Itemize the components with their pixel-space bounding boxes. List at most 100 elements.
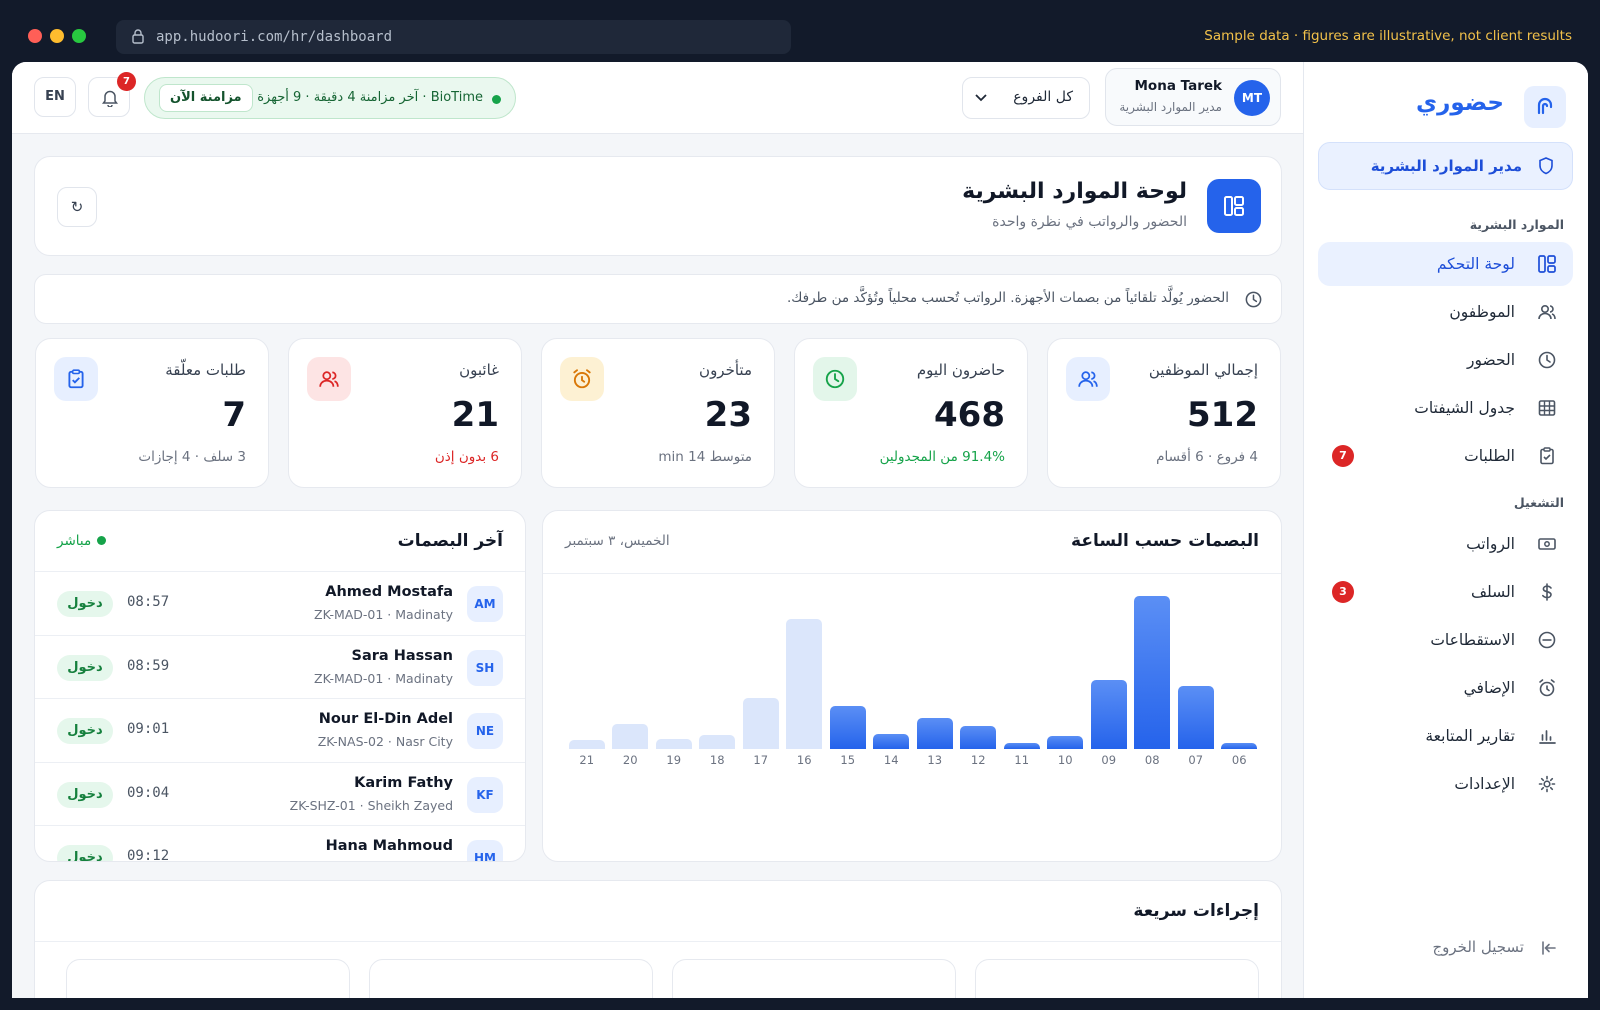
quick-action-tile[interactable] xyxy=(66,959,350,998)
lock-icon xyxy=(132,29,144,44)
clock-icon xyxy=(1245,291,1262,308)
branch-select[interactable]: كل الفروع xyxy=(962,77,1090,119)
info-text: الحضور يُولَّد تلقائياً من بصمات الأجهزة… xyxy=(786,290,1229,306)
role-switcher[interactable]: مدير الموارد البشرية xyxy=(1318,142,1573,190)
sidebar-item-settings[interactable]: الإعدادات xyxy=(1318,762,1573,806)
sidebar-item-dashboard[interactable]: لوحة التحكم xyxy=(1318,242,1573,286)
punch-row[interactable]: NE Nour El-Din Adel ZK-NAS-02 · Nasr Cit… xyxy=(35,698,525,762)
window-close-dot[interactable] xyxy=(28,29,42,43)
avatar: AM xyxy=(467,586,503,622)
user-menu[interactable]: MT Mona Tarek مدير الموارد البشرية xyxy=(1105,68,1281,126)
chart-bar-21[interactable] xyxy=(568,740,605,749)
chart-bar-18[interactable] xyxy=(699,734,736,749)
dollar-icon xyxy=(1542,583,1552,601)
chart-bar-20[interactable] xyxy=(612,724,649,749)
kpi-card[interactable]: حاضرون اليوم 468 91.4% من المجدولين xyxy=(794,338,1028,488)
chart-bar-17[interactable] xyxy=(742,698,779,749)
kpi-card[interactable]: متأخرون 23 متوسط 14 min xyxy=(541,338,775,488)
avatar: NE xyxy=(467,713,503,749)
notification-count-badge: 7 xyxy=(117,72,136,91)
brand-name: حضوري xyxy=(1416,90,1504,116)
sidebar-item-attendance[interactable]: الحضور xyxy=(1318,338,1573,382)
sidebar-item-payroll[interactable]: الرواتب xyxy=(1318,522,1573,566)
chart-bar-12[interactable] xyxy=(960,726,997,749)
quick-action-tile[interactable] xyxy=(369,959,653,998)
kpi-sub: متوسط 14 min xyxy=(658,449,752,465)
refresh-button[interactable]: ↻ xyxy=(57,187,97,227)
sidebar-item-requests[interactable]: الطلبات 7 xyxy=(1318,434,1573,478)
page-title-card: لوحة الموارد البشرية الحضور والرواتب في … xyxy=(34,156,1282,256)
kpi-card[interactable]: طلبات معلّقة 7 3 سلف · 4 إجازات xyxy=(35,338,269,488)
sidebar-item-reports[interactable]: تقارير المتابعة xyxy=(1318,714,1573,758)
kpi-value: 23 xyxy=(704,395,752,435)
sync-now-button[interactable]: مزامنة الآن xyxy=(159,84,253,112)
money-icon xyxy=(1538,538,1556,550)
chart-tick-label: 17 xyxy=(753,753,769,767)
chart-tick-label: 06 xyxy=(1231,753,1247,767)
users-icon xyxy=(1066,357,1110,401)
avatar: HM xyxy=(467,840,503,861)
sidebar-item-employees[interactable]: الموظفون xyxy=(1318,290,1573,334)
chart-bar-10[interactable] xyxy=(1047,736,1084,749)
kpi-card[interactable]: إجمالي الموظفين 512 4 فروع · 6 أقسام xyxy=(1047,338,1281,488)
punch-employee-name: Sara Hassan xyxy=(351,647,454,664)
brand[interactable]: حضوري xyxy=(1328,86,1566,130)
chart-bar-19[interactable] xyxy=(655,739,692,749)
chart-tick-label: 15 xyxy=(840,753,856,767)
chart-tick-label: 07 xyxy=(1188,753,1204,767)
punch-row[interactable]: AM Ahmed Mostafa ZK-MAD-01 · Madinaty 08… xyxy=(35,571,525,635)
chart-tick-label: 18 xyxy=(709,753,725,767)
language-toggle[interactable]: EN xyxy=(34,77,76,117)
chart-bar-08[interactable] xyxy=(1134,595,1171,749)
window-maximize-dot[interactable] xyxy=(72,29,86,43)
quick-action-tile[interactable] xyxy=(672,959,956,998)
kpi-sub: 6 بدون إذن xyxy=(434,449,499,465)
chart-bar-16[interactable] xyxy=(786,619,823,749)
chart-bar-15[interactable] xyxy=(829,705,866,749)
sidebar-item-overtime[interactable]: الإضافي xyxy=(1318,666,1573,710)
top-header: EN 7 BioTime · آخر مزامنة 4 دقيقة · 9 أج… xyxy=(12,62,1303,134)
punch-row[interactable]: HM Hana Mahmoud 09:12 دخول xyxy=(35,825,525,861)
punch-employee-name: Ahmed Mostafa xyxy=(325,584,453,600)
window-minimize-dot[interactable] xyxy=(50,29,64,43)
punch-device: ZK-SHZ-01 · Sheikh Zayed xyxy=(289,797,453,813)
chart-bar-14[interactable] xyxy=(873,733,910,749)
chart-bar-13[interactable] xyxy=(916,717,953,749)
chart-tick-label: 16 xyxy=(796,753,812,767)
user-role: مدير الموارد البشرية xyxy=(1119,100,1222,114)
punch-device: ZK-NAS-02 · Nasr City xyxy=(317,734,453,749)
sidebar-item-advances[interactable]: السلف 3 xyxy=(1318,570,1573,614)
chart-bar-07[interactable] xyxy=(1177,686,1214,749)
kpi-label: متأخرون xyxy=(699,361,752,379)
punch-time: 08:57 xyxy=(127,594,170,610)
users-icon xyxy=(307,357,351,401)
sync-status-pill: BioTime · آخر مزامنة 4 دقيقة · 9 أجهزة م… xyxy=(144,77,516,119)
punch-row[interactable]: KF Karim Fathy ZK-SHZ-01 · Sheikh Zayed … xyxy=(35,761,525,826)
quick-action-tile[interactable] xyxy=(975,959,1259,998)
chart-tick-label: 14 xyxy=(883,753,899,767)
chart-bar-11[interactable] xyxy=(1003,742,1040,749)
chart-bar-06[interactable] xyxy=(1221,742,1258,749)
avatar: MT xyxy=(1234,80,1270,116)
gear-icon xyxy=(1538,775,1556,793)
notifications-button[interactable]: 7 xyxy=(88,72,136,117)
punch-type-badge: دخول xyxy=(57,718,113,744)
kpi-card[interactable]: غائبون 21 6 بدون إذن xyxy=(288,338,522,488)
logout-link[interactable]: تسجيل الخروج xyxy=(1432,938,1558,956)
kpi-value: 468 xyxy=(934,395,1005,435)
punch-type-badge: دخول xyxy=(57,845,113,861)
sidebar-item-label: الموظفون xyxy=(1449,303,1515,321)
sidebar-item-shift-schedule[interactable]: جدول الشيفتات xyxy=(1318,386,1573,430)
latest-punches-title: آخر البصمات xyxy=(397,531,503,551)
chart-tick-label: 09 xyxy=(1101,753,1117,767)
avatar: SH xyxy=(467,649,503,686)
punch-row[interactable]: SH Sara Hassan ZK-MAD-01 · Madinaty 08:5… xyxy=(35,634,525,699)
sidebar-item-label: السلف xyxy=(1470,583,1515,601)
sidebar-item-label: الإضافي xyxy=(1463,679,1515,697)
address-bar[interactable]: app.hudoori.com/hr/dashboard xyxy=(116,20,791,54)
kpi-label: إجمالي الموظفين xyxy=(1148,361,1258,379)
sidebar-item-deductions[interactable]: الاستقطاعات xyxy=(1318,618,1573,662)
user-name: Mona Tarek xyxy=(1134,78,1223,94)
shield-icon xyxy=(1539,157,1553,175)
chart-bar-09[interactable] xyxy=(1090,679,1127,749)
